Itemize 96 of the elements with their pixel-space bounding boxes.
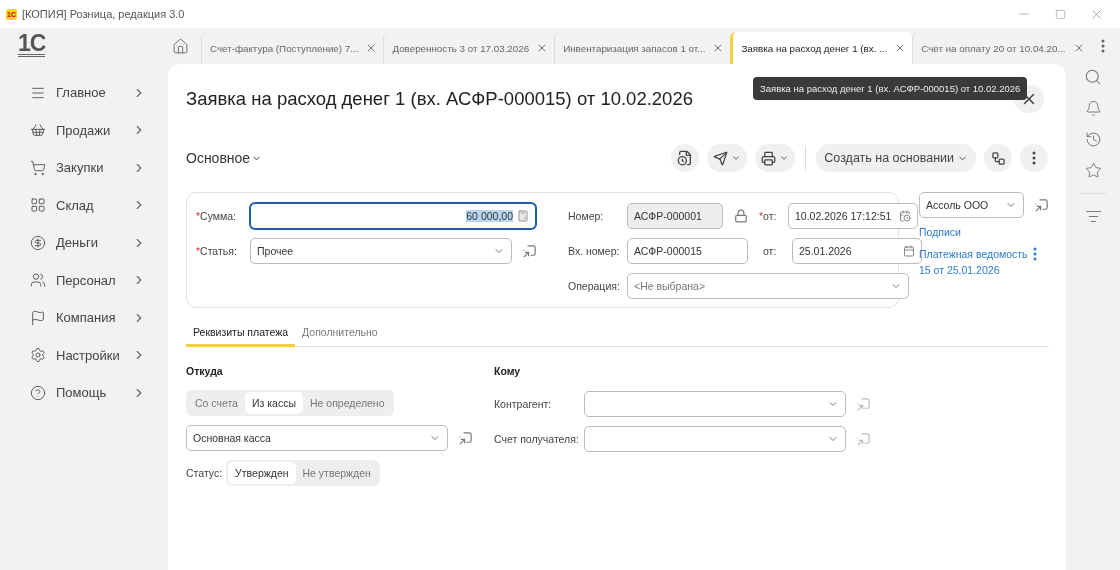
field-label: от:: [763, 210, 777, 222]
structure-button[interactable]: [984, 144, 1012, 172]
home-icon[interactable]: [172, 37, 189, 55]
calculator-icon[interactable]: [517, 210, 529, 222]
cart-icon: [30, 159, 46, 176]
tab[interactable]: Заявка на расход денег 1 (вх. ...: [730, 32, 913, 64]
nav-label: Деньги: [56, 235, 99, 251]
star-icon[interactable]: [1084, 162, 1102, 179]
tab-label: Заявка на расход денег 1 (вх. ...: [741, 42, 888, 54]
filter-icon[interactable]: [1084, 208, 1102, 225]
operation-select[interactable]: <Не выбрана>: [627, 273, 909, 299]
cashbox-select[interactable]: Основная касса: [186, 425, 448, 451]
nav-label: Настройки: [56, 347, 121, 363]
field-label: Вх. номер:: [568, 245, 620, 257]
nav-label: Склад: [56, 197, 95, 213]
nav-label: Продажи: [56, 122, 112, 138]
send-button[interactable]: [707, 144, 748, 172]
field-label: Статус:: [186, 467, 223, 479]
print-button[interactable]: [755, 144, 796, 172]
segment-option[interactable]: Не утвержден: [295, 462, 378, 484]
structure-icon: [990, 150, 1006, 166]
flag-icon: [30, 309, 46, 326]
segment-option[interactable]: Из кассы: [244, 392, 303, 414]
calendar-icon[interactable]: [899, 210, 911, 222]
bell-icon[interactable]: [1084, 100, 1102, 117]
nav-label: Персонал: [56, 272, 117, 288]
nav-item[interactable]: Продажи: [0, 111, 168, 149]
open-icon[interactable]: [457, 430, 473, 446]
logo[interactable]: 1С: [18, 31, 46, 57]
nav-label: Главное: [56, 85, 107, 101]
form-tab[interactable]: Дополнительно: [295, 320, 385, 347]
chevron-down-icon: [779, 153, 790, 163]
organization-select[interactable]: Ассоль ООО: [919, 192, 1024, 218]
section-heading: Откуда: [186, 365, 224, 379]
nav-item[interactable]: Деньги: [0, 224, 168, 262]
document-clock-icon: [677, 150, 694, 166]
sum-field[interactable]: 60 000,00: [250, 203, 536, 229]
nav-label: Помощь: [56, 385, 108, 401]
nav-label: Закупки: [56, 160, 105, 176]
section-heading: Кому: [494, 365, 522, 379]
nav-item[interactable]: Главное: [0, 74, 168, 112]
more-icon[interactable]: [1100, 39, 1105, 53]
field-label: Операция:: [568, 280, 620, 292]
required-mark: *: [196, 210, 201, 222]
people-icon: [30, 272, 46, 289]
send-icon: [713, 150, 729, 166]
history-icon[interactable]: [1084, 131, 1102, 148]
nav-item[interactable]: Склад: [0, 186, 168, 224]
field-label: от:: [763, 245, 777, 257]
field-label: Номер:: [568, 210, 604, 222]
tab-label: Счет-фактура (Поступление) 7...: [210, 42, 359, 54]
tab-label: Доверенность 3 от 17.03.2026: [392, 42, 530, 54]
segment-option[interactable]: Со счета: [188, 392, 245, 414]
create-based-on-button[interactable]: Создать на основании: [816, 144, 976, 172]
field-label: Статья:: [200, 245, 237, 257]
required-mark: *: [196, 245, 201, 257]
grid-icon: [30, 197, 46, 214]
article-select[interactable]: Прочее: [250, 238, 512, 264]
help-icon: [30, 384, 46, 401]
open-icon[interactable]: [521, 243, 537, 259]
calendar-icon[interactable]: [903, 245, 915, 257]
field-label: Счет получателя:: [494, 433, 580, 445]
tooltip: Заявка на расход денег 1 (вх. АСФР-000015) от 10.02.2026: [753, 77, 1028, 100]
nav-item[interactable]: Компания: [0, 299, 168, 337]
more-icon: [1032, 151, 1036, 165]
coin-icon: [30, 234, 46, 251]
nav-label: Компания: [56, 310, 117, 326]
printer-icon: [761, 150, 777, 166]
search-icon[interactable]: [1084, 68, 1102, 86]
basket-icon: [30, 122, 46, 139]
field-label: Контрагент:: [494, 398, 553, 410]
open-icon[interactable]: [1033, 197, 1049, 213]
tab-label: Инвентаризация запасов 1 от...: [563, 42, 706, 54]
more-icon[interactable]: [1033, 247, 1037, 261]
field-label: Сумма:: [200, 210, 236, 222]
nav-item[interactable]: Персонал: [0, 261, 168, 299]
lock-icon[interactable]: [734, 209, 748, 223]
document-link[interactable]: Подписи: [919, 224, 1029, 240]
date-field[interactable]: 10.02.2026 17:12:51: [788, 203, 918, 229]
settings-icon: [30, 347, 46, 364]
nav-item[interactable]: Настройки: [0, 336, 168, 374]
tab-label: Счет на оплату 20 от 10.04.20...: [921, 42, 1066, 54]
chevron-down-icon: [731, 153, 742, 163]
document-link[interactable]: Платежная ведомость 15 от 25.01.2026: [919, 246, 1029, 278]
window-title: [КОПИЯ] Розница, редакция 3.0: [21, 8, 186, 20]
form-tab[interactable]: Реквизиты платежа: [186, 320, 296, 347]
segment-option[interactable]: Не определено: [302, 392, 392, 414]
segment-option[interactable]: Утвержден: [228, 462, 296, 484]
required-mark: *: [759, 210, 764, 222]
more-button[interactable]: [1020, 144, 1048, 172]
incoming-number-field[interactable]: АСФР-000015: [627, 238, 748, 264]
nav-item[interactable]: Закупки: [0, 149, 168, 187]
nav-item[interactable]: Помощь: [0, 374, 168, 412]
history-button[interactable]: [671, 144, 700, 172]
section-menu[interactable]: Основное: [186, 150, 263, 166]
document-title: Заявка на расход денег 1 (вх. АСФР-000015) от 10.02.2026: [186, 88, 693, 110]
